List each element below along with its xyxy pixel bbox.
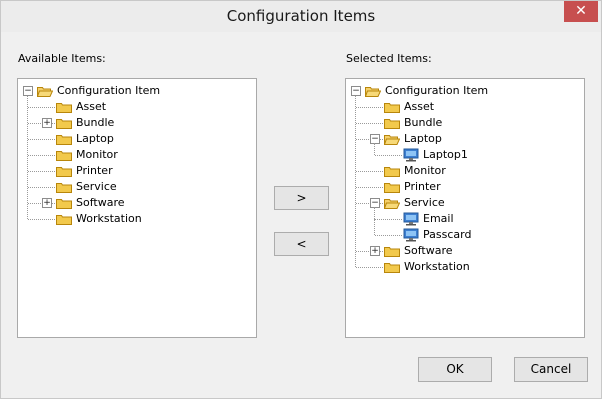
tree-branch-line [28, 187, 55, 188]
cancel-button[interactable]: Cancel [514, 357, 588, 382]
tree-folder-item[interactable]: Workstation [18, 211, 256, 227]
tree-item-label: Service [404, 196, 445, 209]
tree-leaf-item[interactable]: Passcard [346, 227, 584, 243]
tree-item-label: Workstation [404, 260, 470, 273]
tree-item-label: Laptop [76, 132, 114, 145]
tree-branch-line [356, 171, 383, 172]
tree-branch-line [28, 107, 55, 108]
expand-icon[interactable]: + [370, 246, 380, 256]
expand-icon[interactable]: + [42, 118, 52, 128]
folder-icon [384, 117, 400, 129]
folder-icon [56, 213, 72, 225]
tree-folder-item[interactable]: − Configuration Item [346, 83, 584, 99]
tree-folder-item[interactable]: Monitor [18, 147, 256, 163]
tree-branch-line [375, 219, 402, 220]
tree-item-label: Bundle [404, 116, 443, 129]
collapse-icon[interactable]: − [23, 86, 33, 96]
tree-guide-line [374, 219, 375, 235]
tree-folder-item[interactable]: Printer [346, 179, 584, 195]
folder-icon [56, 165, 72, 177]
tree-item-label: Configuration Item [57, 84, 161, 97]
tree-item-label: Workstation [76, 212, 142, 225]
tree-folder-item[interactable]: + Bundle [18, 115, 256, 131]
folder-icon [384, 101, 400, 113]
tree-folder-item[interactable]: Bundle [346, 115, 584, 131]
tree-item-label: Asset [404, 100, 435, 113]
tree-guide-line [374, 207, 375, 219]
configuration-items-dialog: Configuration Items ✕ Available Items: S… [0, 0, 602, 399]
selected-items-tree[interactable]: − Configuration Item Asset Bundle − Laptop Lap… [345, 78, 585, 338]
collapse-icon[interactable]: − [351, 86, 361, 96]
folder-open-icon [36, 85, 54, 97]
computer-icon [403, 148, 419, 162]
computer-icon [403, 228, 419, 242]
folder-icon [56, 197, 72, 209]
tree-leaf-item[interactable]: Laptop1 [346, 147, 584, 163]
tree-item-label: Bundle [76, 116, 115, 129]
tree-item-label: Laptop1 [423, 148, 468, 161]
tree-branch-line [356, 187, 383, 188]
tree-item-label: Service [76, 180, 117, 193]
dialog-title: Configuration Items [226, 7, 376, 25]
tree-item-label: Email [423, 212, 454, 225]
tree-item-label: Software [404, 244, 453, 257]
tree-guide-line [374, 143, 375, 155]
folder-icon [384, 261, 400, 273]
tree-branch-line [375, 235, 402, 236]
close-button[interactable]: ✕ [564, 1, 598, 22]
folder-icon [56, 101, 72, 113]
folder-open-icon [364, 85, 382, 97]
folder-icon [56, 149, 72, 161]
add-button[interactable]: > [274, 186, 329, 210]
tree-folder-item[interactable]: Laptop [18, 131, 256, 147]
tree-folder-item[interactable]: Asset [346, 99, 584, 115]
remove-button[interactable]: < [274, 232, 329, 256]
tree-folder-item[interactable]: + Software [346, 243, 584, 259]
tree-item-label: Monitor [76, 148, 118, 161]
collapse-icon[interactable]: − [370, 134, 380, 144]
tree-item-label: Printer [76, 164, 113, 177]
tree-branch-line [356, 267, 383, 268]
tree-item-label: Printer [404, 180, 441, 193]
available-items-label: Available Items: [18, 52, 106, 65]
tree-folder-item[interactable]: Workstation [346, 259, 584, 275]
tree-folder-item[interactable]: Asset [18, 99, 256, 115]
tree-folder-item[interactable]: − Configuration Item [18, 83, 256, 99]
folder-open-icon [383, 197, 401, 209]
tree-folder-item[interactable]: − Service [346, 195, 584, 211]
tree-folder-item[interactable]: Monitor [346, 163, 584, 179]
folder-icon [56, 117, 72, 129]
available-items-tree[interactable]: − Configuration Item Asset + Bundle Laptop Mon… [17, 78, 257, 338]
tree-item-label: Laptop [404, 132, 442, 145]
tree-branch-line [28, 219, 55, 220]
tree-folder-item[interactable]: − Laptop [346, 131, 584, 147]
tree-branch-line [28, 171, 55, 172]
tree-branch-line [356, 123, 383, 124]
title-bar: Configuration Items ✕ [1, 1, 601, 32]
selected-items-label: Selected Items: [346, 52, 432, 65]
collapse-icon[interactable]: − [370, 198, 380, 208]
folder-icon [56, 181, 72, 193]
tree-item-label: Software [76, 196, 125, 209]
tree-branch-line [28, 139, 55, 140]
tree-item-label: Configuration Item [385, 84, 489, 97]
expand-icon[interactable]: + [42, 198, 52, 208]
folder-open-icon [383, 133, 401, 145]
folder-icon [384, 181, 400, 193]
tree-folder-item[interactable]: Printer [18, 163, 256, 179]
tree-folder-item[interactable]: + Software [18, 195, 256, 211]
tree-branch-line [356, 107, 383, 108]
folder-icon [384, 245, 400, 257]
tree-item-label: Monitor [404, 164, 446, 177]
folder-icon [56, 133, 72, 145]
folder-icon [384, 165, 400, 177]
ok-button[interactable]: OK [418, 357, 492, 382]
tree-branch-line [28, 155, 55, 156]
tree-branch-line [375, 155, 402, 156]
tree-item-label: Passcard [423, 228, 472, 241]
tree-item-label: Asset [76, 100, 107, 113]
tree-folder-item[interactable]: Service [18, 179, 256, 195]
computer-icon [403, 212, 419, 226]
tree-leaf-item[interactable]: Email [346, 211, 584, 227]
